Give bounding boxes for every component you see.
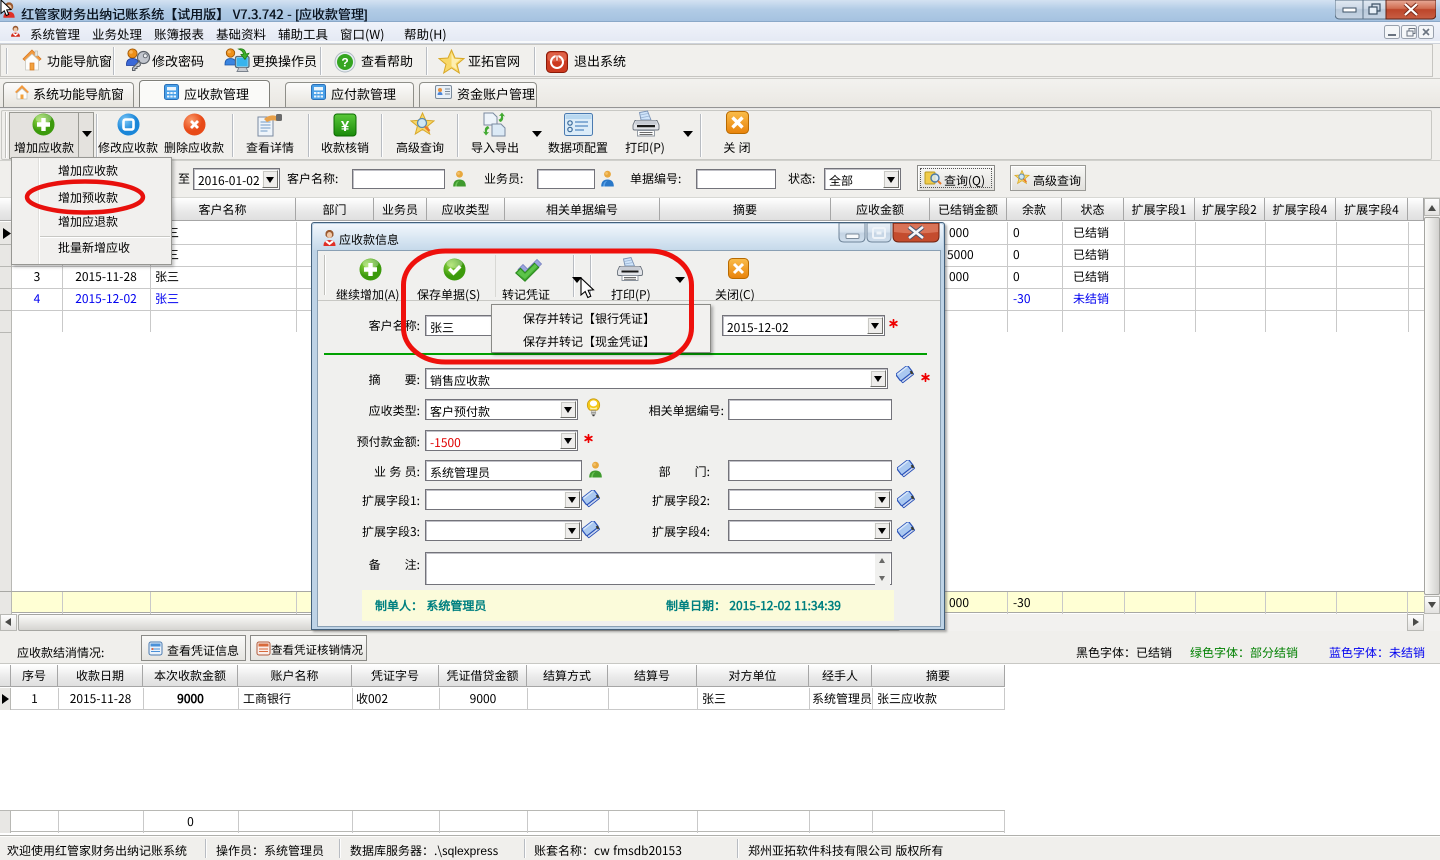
svg-text:?: ?: [341, 56, 348, 70]
svg-text:¥: ¥: [341, 118, 350, 135]
